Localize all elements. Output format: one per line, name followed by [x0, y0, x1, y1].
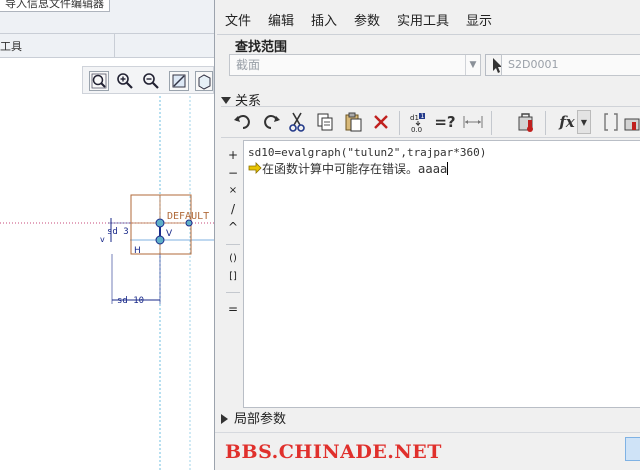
show-values-icon[interactable]: d1 1 0.0 — [407, 110, 431, 134]
operator-plus[interactable]: + — [223, 146, 243, 164]
relations-editor[interactable]: sd10=evalgraph("tulun2",trajpar*360) 在函数… — [243, 140, 640, 408]
look-in-title: 查找范围 — [235, 36, 288, 55]
background-tool-strip: 工具 — [0, 34, 214, 58]
watermark-text: BBS.CHINADE.NET — [225, 441, 442, 463]
operator-palette: + − × / ^ () [] = — [223, 140, 245, 408]
error-message: 在函数计算中可能存在错误。aaaa — [262, 162, 448, 176]
toolbar-separator-2 — [491, 111, 492, 135]
svg-text:1: 1 — [421, 113, 425, 120]
copy-icon[interactable] — [313, 110, 337, 134]
operator-multiply[interactable]: × — [223, 182, 243, 200]
dialog-footer: BBS.CHINADE.NET — [215, 432, 640, 470]
refit-icon[interactable] — [169, 71, 189, 91]
menu-display[interactable]: 显示 — [466, 10, 492, 29]
units-icon[interactable] — [515, 110, 539, 134]
collapse-triangle-icon — [221, 97, 231, 104]
view-toolbar — [82, 66, 214, 94]
dimension-sd3[interactable]: sd 3 — [107, 227, 129, 237]
zoom-fit-icon[interactable] — [89, 71, 109, 91]
operator-equals[interactable]: = — [223, 300, 243, 318]
evaluate-icon[interactable]: =? — [433, 110, 457, 134]
background-cad-window: 导入信息文件编辑器 工具 DEFAULT V H sd 3 v sd 10 — [0, 0, 214, 470]
look-in-select[interactable]: 截面 — [229, 54, 481, 76]
menu-edit[interactable]: 编辑 — [268, 10, 294, 29]
text-cursor — [447, 162, 449, 175]
relations-dialog: 文件 编辑 插入 参数 实用工具 显示 查找范围 截面 ▼ S2D0001 关系 — [214, 0, 640, 470]
menu-bar: 文件 编辑 插入 参数 实用工具 显示 — [215, 0, 640, 34]
menu-file[interactable]: 文件 — [225, 10, 251, 29]
operator-brackets[interactable]: [] — [223, 268, 243, 286]
toolbar-separator-1 — [399, 111, 400, 135]
local-parameters-label: 局部参数 — [234, 412, 287, 427]
delete-icon[interactable] — [369, 110, 393, 134]
bracket-icon[interactable] — [599, 110, 623, 134]
toolbar-separator-3 — [545, 111, 546, 135]
measure-icon[interactable] — [461, 110, 485, 134]
operator-power[interactable]: ^ — [223, 218, 243, 236]
svg-text:0.0: 0.0 — [411, 126, 422, 133]
ok-button[interactable] — [625, 437, 640, 461]
background-tool-separator — [114, 34, 115, 58]
expand-triangle-icon — [221, 414, 228, 424]
operator-separator-2 — [226, 292, 240, 293]
error-arrow-icon — [248, 162, 262, 174]
paste-icon[interactable] — [341, 110, 365, 134]
function-icon[interactable]: fx — [555, 110, 579, 134]
constraint-v-small-label: v — [100, 235, 105, 244]
menu-utilities[interactable]: 实用工具 — [397, 10, 449, 29]
svg-text:d1: d1 — [410, 114, 419, 122]
cut-icon[interactable] — [285, 110, 309, 134]
zoom-in-icon[interactable] — [115, 71, 135, 91]
relations-toolbar: d1 1 0.0 =? fx ▼ — [221, 106, 640, 138]
undo-icon[interactable] — [231, 110, 255, 134]
menu-parameters[interactable]: 参数 — [354, 10, 380, 29]
zoom-out-icon[interactable] — [141, 71, 161, 91]
relation-line-1[interactable]: sd10=evalgraph("tulun2",trajpar*360) — [248, 145, 636, 161]
operator-parentheses[interactable]: () — [223, 250, 243, 268]
chevron-down-icon[interactable]: ▼ — [465, 55, 480, 75]
default-csys-label: DEFAULT — [167, 211, 209, 222]
background-title-box[interactable]: 导入信息文件编辑器 — [0, 0, 110, 12]
dropdown-icon[interactable]: ▼ — [577, 110, 591, 134]
display-style-icon[interactable] — [195, 71, 213, 91]
sketch-point-upper[interactable] — [155, 218, 165, 228]
relation-line-2[interactable]: 在函数计算中可能存在错误。aaaa — [248, 161, 636, 177]
constraint-v-label: V — [166, 229, 173, 239]
redo-icon[interactable] — [259, 110, 283, 134]
constraint-h-label: H — [134, 246, 141, 256]
operator-divide[interactable]: / — [223, 200, 243, 218]
local-parameters-section[interactable]: 局部参数 — [221, 410, 640, 430]
operator-minus[interactable]: − — [223, 164, 243, 182]
color-icon[interactable] — [623, 110, 640, 134]
menu-insert[interactable]: 插入 — [311, 10, 337, 29]
dimension-sd10[interactable]: sd 10 — [117, 296, 144, 306]
operator-separator-1 — [226, 244, 240, 245]
background-tools-label[interactable]: 工具 — [0, 38, 22, 54]
sketch-canvas[interactable]: DEFAULT V H sd 3 v sd 10 — [0, 96, 214, 470]
sketch-point-lower[interactable] — [155, 235, 165, 245]
look-in-item-field[interactable]: S2D0001 — [501, 54, 640, 76]
